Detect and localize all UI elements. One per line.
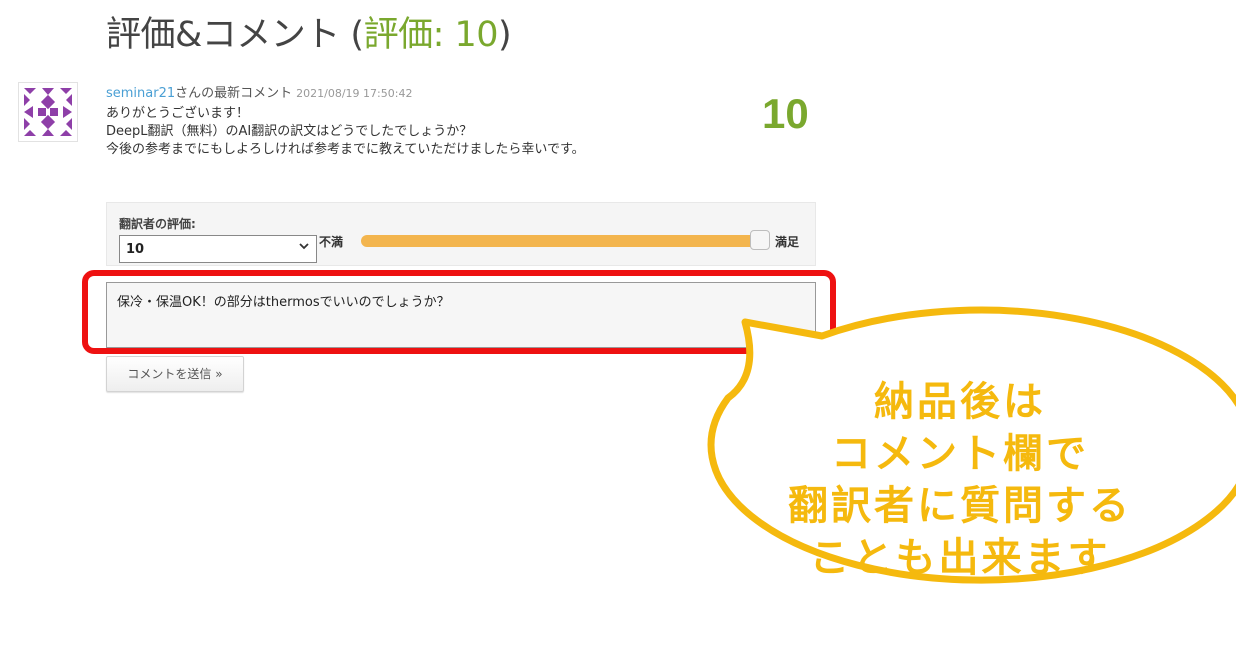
rating-slider-track[interactable] [361,235,757,247]
identicon-icon [24,88,72,136]
callout-text: 納品後は コメント欄で 翻訳者に質問する ことも出来ます [760,376,1160,584]
rating-label: 翻訳者の評価: [119,217,196,231]
chevron-down-icon [298,240,310,255]
slider-max-label: 満足 [775,235,800,249]
rating-select[interactable]: 10 [119,235,317,263]
avatar[interactable] [18,82,78,142]
callout-line: 翻訳者に質問する [788,483,1132,529]
callout-line: コメント欄で [831,431,1089,477]
submit-comment-button[interactable]: コメントを送信 » [106,356,244,392]
comment-score: 10 [762,90,809,137]
page-title: 評価&コメント (評価: 10) [106,15,512,55]
rating-select-value: 10 [126,242,145,257]
page-title-text: 評価&コメント [106,15,340,55]
rating-summary-value: 10 [454,15,499,55]
comment-body: ありがとうございます！ DeepL翻訳（無料）のAI翻訳の訳文はどうでしたでしょ… [106,105,585,159]
rating-slider-thumb[interactable] [750,230,770,250]
comment-line: ありがとうございます！ [106,106,250,121]
comment-meta: seminar21さんの最新コメント 2021/08/19 17:50:42 [106,82,412,101]
comment-date: 2021/08/19 17:50:42 [296,87,413,100]
callout-line: 納品後は [874,379,1046,425]
callout-line: ことも出来ます [809,535,1111,581]
comment-username-suffix: さんの最新コメント [175,86,293,101]
rating-panel: 翻訳者の評価: 10 不満 満足 [106,202,816,266]
rating-summary-label: 評価: [363,15,455,55]
slider-min-label: 不満 [319,235,344,249]
comment-username[interactable]: seminar21 [106,86,175,101]
red-highlight-annotation [82,270,836,354]
comment-line: DeepL翻訳（無料）のAI翻訳の訳文はどうでしたでしょうか？ [106,124,473,139]
comment-line: 今後の参考までにもしよろしければ参考までに教えていただけましたら幸いです。 [106,142,585,157]
